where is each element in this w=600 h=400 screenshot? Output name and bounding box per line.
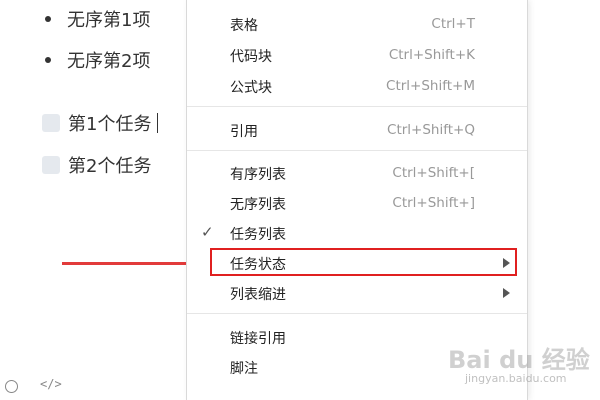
task-item[interactable]: 第1个任务 bbox=[42, 108, 159, 138]
menu-separator bbox=[187, 313, 527, 314]
menu-separator bbox=[187, 106, 527, 107]
menu-item-label: 公式块 bbox=[230, 80, 272, 96]
menu-item-quote[interactable]: 引用 Ctrl+Shift+Q bbox=[187, 116, 527, 144]
menu-item-shortcut: Ctrl+Shift+Q bbox=[387, 122, 475, 138]
check-icon: ✓ bbox=[201, 223, 214, 241]
bullet-text: 无序第1项 bbox=[67, 10, 151, 31]
task-text[interactable]: 第1个任务 bbox=[68, 110, 151, 136]
menu-item-label: 任务列表 bbox=[230, 227, 286, 243]
annotation-arrow bbox=[62, 262, 202, 265]
menu-item-shortcut: Ctrl+Shift+M bbox=[386, 78, 475, 94]
menu-separator bbox=[187, 150, 527, 151]
highlight-box bbox=[210, 248, 517, 276]
menu-item-task-list[interactable]: ✓ 任务列表 bbox=[187, 219, 527, 247]
menu-item-label: 脚注 bbox=[230, 361, 258, 377]
task-text[interactable]: 第2个任务 bbox=[68, 152, 151, 178]
menu-item-unordered-list[interactable]: 无序列表 Ctrl+Shift+] bbox=[187, 189, 527, 217]
watermark-url: jingyan.baidu.com bbox=[465, 372, 567, 385]
menu-item-label: 有序列表 bbox=[230, 167, 286, 183]
menu-item-shortcut: Ctrl+Shift+[ bbox=[392, 165, 475, 181]
circle-icon[interactable] bbox=[5, 380, 18, 393]
menu-item-label: 引用 bbox=[230, 124, 258, 140]
menu-item-shortcut: Ctrl+Shift+] bbox=[392, 195, 475, 211]
menu-item-ordered-list[interactable]: 有序列表 Ctrl+Shift+[ bbox=[187, 159, 527, 187]
menu-item-math-block[interactable]: 公式块 Ctrl+Shift+M bbox=[187, 72, 527, 100]
menu-item-shortcut: Ctrl+T bbox=[431, 16, 475, 32]
menu-item-label: 无序列表 bbox=[230, 197, 286, 213]
bullet-icon bbox=[45, 16, 51, 22]
menu-item-label: 代码块 bbox=[230, 49, 272, 65]
status-bar: </> bbox=[0, 376, 186, 400]
submenu-arrow-icon bbox=[503, 288, 510, 298]
menu-item-label: 链接引用 bbox=[230, 331, 286, 347]
menu-item-shortcut: Ctrl+Shift+K bbox=[388, 47, 475, 63]
editor-area[interactable]: 无序第1项 无序第2项 第1个任务 第2个任务 </> bbox=[0, 0, 186, 400]
bullet-icon bbox=[45, 57, 51, 63]
menu-item-label: 表格 bbox=[230, 18, 258, 34]
text-caret bbox=[157, 113, 159, 133]
task-checkbox[interactable] bbox=[42, 156, 60, 174]
task-item[interactable]: 第2个任务 bbox=[42, 150, 151, 180]
menu-item-label: 列表缩进 bbox=[230, 287, 286, 303]
code-icon[interactable]: </> bbox=[40, 377, 62, 391]
menu-item-table[interactable]: 表格 Ctrl+T bbox=[187, 10, 527, 38]
task-checkbox[interactable] bbox=[42, 114, 60, 132]
watermark: Bai du 经验 bbox=[448, 346, 590, 374]
bullet-text: 无序第2项 bbox=[67, 51, 151, 72]
menu-item-code-block[interactable]: 代码块 Ctrl+Shift+K bbox=[187, 41, 527, 69]
menu-item-list-indent[interactable]: 列表缩进 bbox=[187, 279, 527, 307]
